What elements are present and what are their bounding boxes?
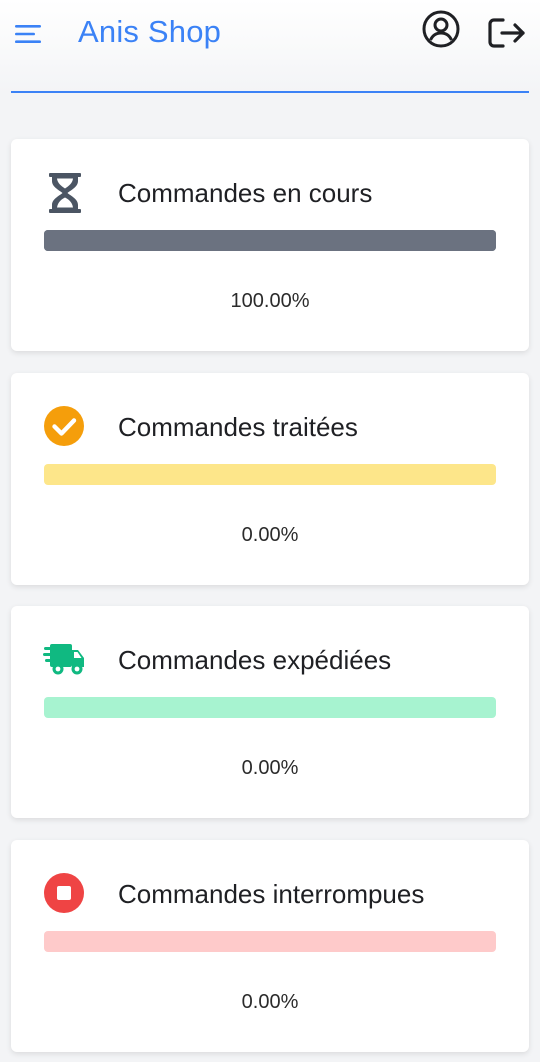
logout-button[interactable] bbox=[486, 14, 528, 52]
app-header: Anis Shop bbox=[0, 0, 540, 94]
card-orders-interrupted[interactable]: Commandes interrompues 0.00% bbox=[11, 840, 529, 1052]
hourglass-icon bbox=[43, 171, 87, 215]
progress-bar bbox=[44, 697, 496, 718]
card-orders-processed[interactable]: Commandes traitées 0.00% bbox=[11, 373, 529, 585]
progress-bar bbox=[44, 931, 496, 952]
card-title: Commandes traitées bbox=[118, 412, 358, 442]
progress-fill bbox=[44, 230, 496, 251]
logout-icon bbox=[488, 18, 525, 48]
progress-bar bbox=[44, 230, 496, 251]
progress-bar bbox=[44, 464, 496, 485]
hamburger-menu-icon bbox=[15, 25, 41, 43]
truck-icon bbox=[43, 638, 87, 682]
card-orders-in-progress[interactable]: Commandes en cours 100.00% bbox=[11, 139, 529, 351]
app-title: Anis Shop bbox=[78, 14, 222, 49]
percent-value: 0.00% bbox=[241, 524, 299, 546]
account-button[interactable] bbox=[421, 9, 461, 49]
percent-value: 0.00% bbox=[241, 991, 299, 1013]
header-divider bbox=[11, 91, 529, 93]
check-circle-icon bbox=[43, 405, 87, 449]
card-orders-shipped[interactable]: Commandes expédiées 0.00% bbox=[11, 606, 529, 818]
card-title: Commandes en cours bbox=[118, 178, 373, 208]
percent-value: 0.00% bbox=[241, 757, 299, 779]
card-title: Commandes expédiées bbox=[118, 645, 392, 675]
menu-button[interactable] bbox=[14, 22, 42, 46]
percent-value: 100.00% bbox=[230, 290, 310, 312]
stop-circle-icon bbox=[43, 872, 87, 916]
user-circle-icon bbox=[422, 10, 460, 48]
card-title: Commandes interrompues bbox=[118, 879, 425, 909]
